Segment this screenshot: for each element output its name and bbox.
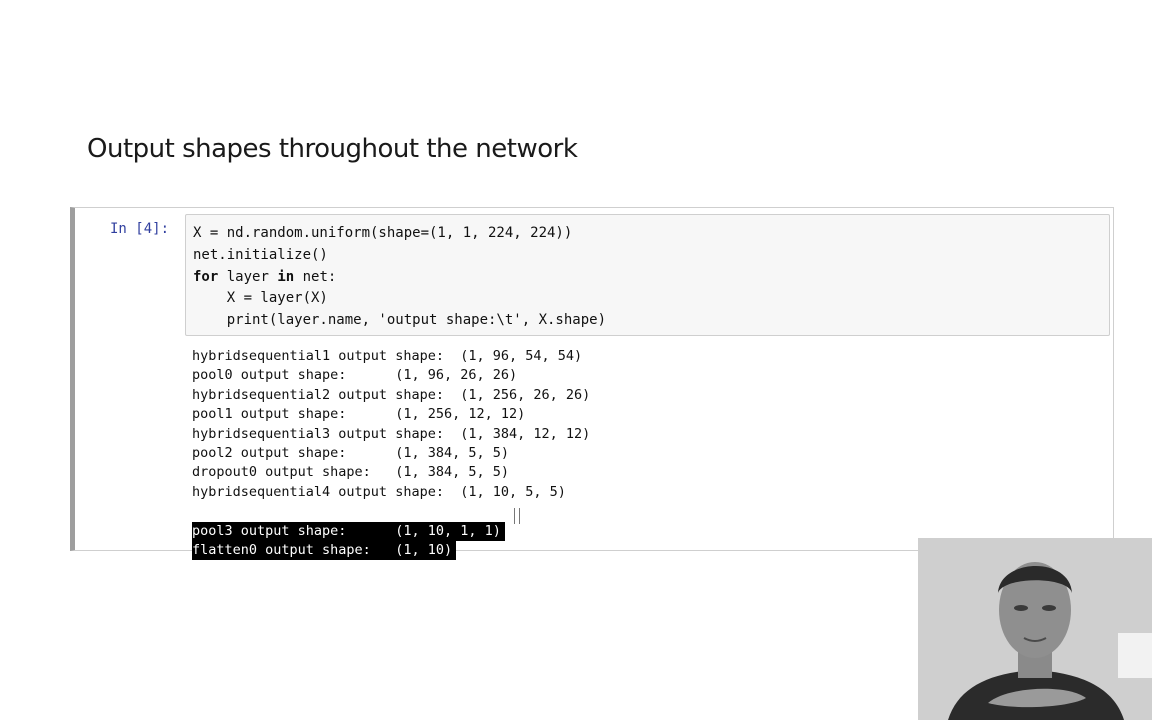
output-line: hybridsequential2 output shape: (1, 256,… bbox=[192, 386, 591, 403]
code-line: X = layer(X) bbox=[193, 290, 328, 307]
output-line: pool0 output shape: (1, 96, 26, 26) bbox=[192, 367, 518, 384]
output-line: hybridsequential4 output shape: (1, 10, … bbox=[192, 483, 566, 500]
output-line: hybridsequential1 output shape: (1, 96, … bbox=[192, 348, 583, 364]
code-line: net.initialize() bbox=[193, 246, 328, 263]
code-line: print(layer.name, 'output shape:\t', X.s… bbox=[193, 312, 607, 329]
output-line: pool2 output shape: (1, 384, 5, 5) bbox=[192, 444, 509, 461]
selected-output-line: pool3 output shape: (1, 10, 1, 1) bbox=[192, 521, 505, 541]
cell-output[interactable]: hybridsequential1 output shape: (1, 96, … bbox=[192, 347, 591, 561]
presenter-webcam-video bbox=[918, 538, 1152, 720]
output-line: pool1 output shape: (1, 256, 12, 12) bbox=[192, 406, 526, 423]
slide-title: Output shapes throughout the network bbox=[87, 134, 578, 164]
code-line: for layer in net: bbox=[193, 268, 337, 285]
text-cursor-icon bbox=[514, 508, 520, 524]
code-block[interactable]: X = nd.random.uniform(shape=(1, 1, 224, … bbox=[193, 223, 606, 332]
selected-output-line: flatten0 output shape: (1, 10) bbox=[192, 540, 457, 561]
presenter-image bbox=[918, 538, 1152, 720]
slide: Output shapes throughout the network In … bbox=[0, 0, 1152, 720]
output-line: dropout0 output shape: (1, 384, 5, 5) bbox=[192, 464, 509, 481]
code-line: X = nd.random.uniform(shape=(1, 1, 224, … bbox=[193, 225, 573, 241]
output-line: hybridsequential3 output shape: (1, 384,… bbox=[192, 425, 591, 442]
input-prompt: In [4]: bbox=[110, 221, 170, 237]
